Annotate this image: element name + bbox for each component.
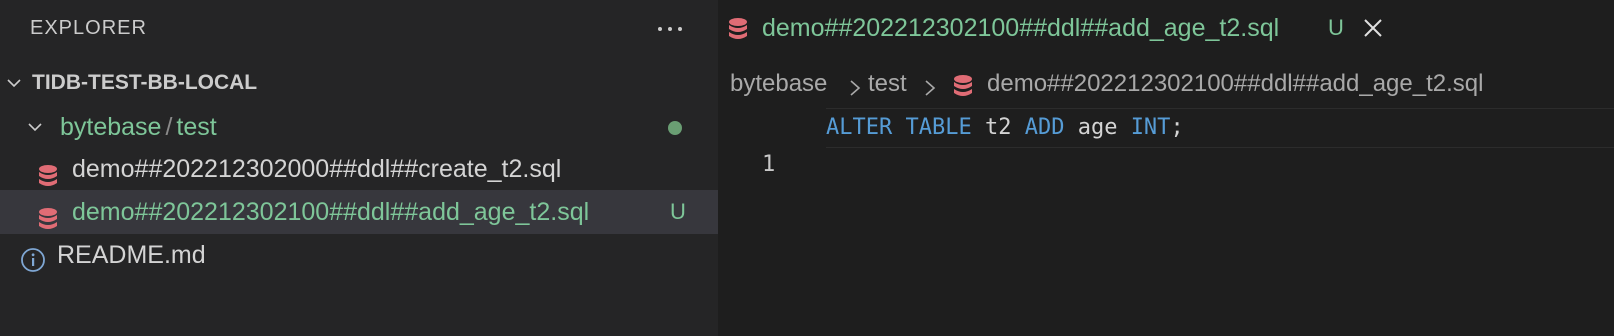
ellipsis-icon[interactable] [658, 27, 688, 35]
file-item-readme[interactable]: README.md [0, 233, 718, 277]
file-name: demo##202212302100##ddl##add_age_t2.sql [72, 198, 590, 226]
explorer-header: EXPLORER [0, 0, 718, 60]
keyword-token: ADD [1024, 115, 1065, 140]
editor-tab-active[interactable]: demo##202212302100##ddl##add_age_t2.sql … [718, 0, 1408, 60]
keyword-token: TABLE [905, 115, 972, 140]
close-icon[interactable] [1361, 16, 1385, 40]
folder-separator: / [165, 113, 173, 141]
file-item-add-age-t2[interactable]: demo##202212302100##ddl##add_age_t2.sql … [0, 190, 718, 234]
untracked-badge: U [1328, 15, 1344, 40]
file-name: README.md [57, 241, 206, 269]
explorer-sidebar: EXPLORER TIDB-TEST-BB-LOCAL bytebase / tes… [0, 0, 718, 336]
file-name: demo##202212302000##ddl##create_t2.sql [72, 155, 562, 183]
untracked-badge: U [670, 199, 686, 224]
explorer-title: EXPLORER [30, 17, 147, 39]
code-token: age [1064, 115, 1131, 140]
code-text[interactable]: ALTER TABLE t2 ADD age INT; [826, 108, 1614, 148]
workspace-root-label: TIDB-TEST-BB-LOCAL [32, 71, 258, 94]
breadcrumb-item-bytebase[interactable]: bytebase [730, 70, 827, 98]
breadcrumb-item-test[interactable]: test [868, 70, 907, 98]
chevron-down-icon [27, 119, 43, 135]
folder-part-test: test [176, 113, 217, 141]
workspace-root[interactable]: TIDB-TEST-BB-LOCAL [0, 61, 718, 105]
folder-label: bytebase / test [60, 105, 217, 149]
folder-part-bytebase: bytebase [60, 113, 162, 141]
chevron-right-icon [923, 77, 937, 97]
chevron-right-icon [848, 77, 862, 97]
folder-bytebase-test[interactable]: bytebase / test [0, 105, 718, 149]
database-icon [952, 74, 974, 98]
code-token: ; [1170, 115, 1184, 140]
file-item-create-t2[interactable]: demo##202212302000##ddl##create_t2.sql [0, 147, 718, 191]
info-icon [20, 243, 46, 272]
editor-area: demo##202212302100##ddl##add_age_t2.sql … [718, 0, 1614, 336]
keyword-token: ALTER [826, 115, 893, 140]
database-icon [37, 201, 59, 229]
code-line[interactable]: 1 ALTER TABLE t2 ADD age INT; [718, 108, 1614, 177]
tab-label: demo##202212302100##ddl##add_age_t2.sql [762, 14, 1280, 42]
database-icon [727, 17, 749, 41]
modified-dot [668, 121, 682, 135]
breadcrumb-item-file[interactable]: demo##202212302100##ddl##add_age_t2.sql [987, 70, 1483, 98]
code-token: t2 [971, 115, 1025, 140]
chevron-down-icon [6, 75, 22, 91]
database-icon [37, 158, 59, 186]
line-number: 1 [762, 152, 776, 177]
keyword-token: INT [1130, 115, 1171, 140]
